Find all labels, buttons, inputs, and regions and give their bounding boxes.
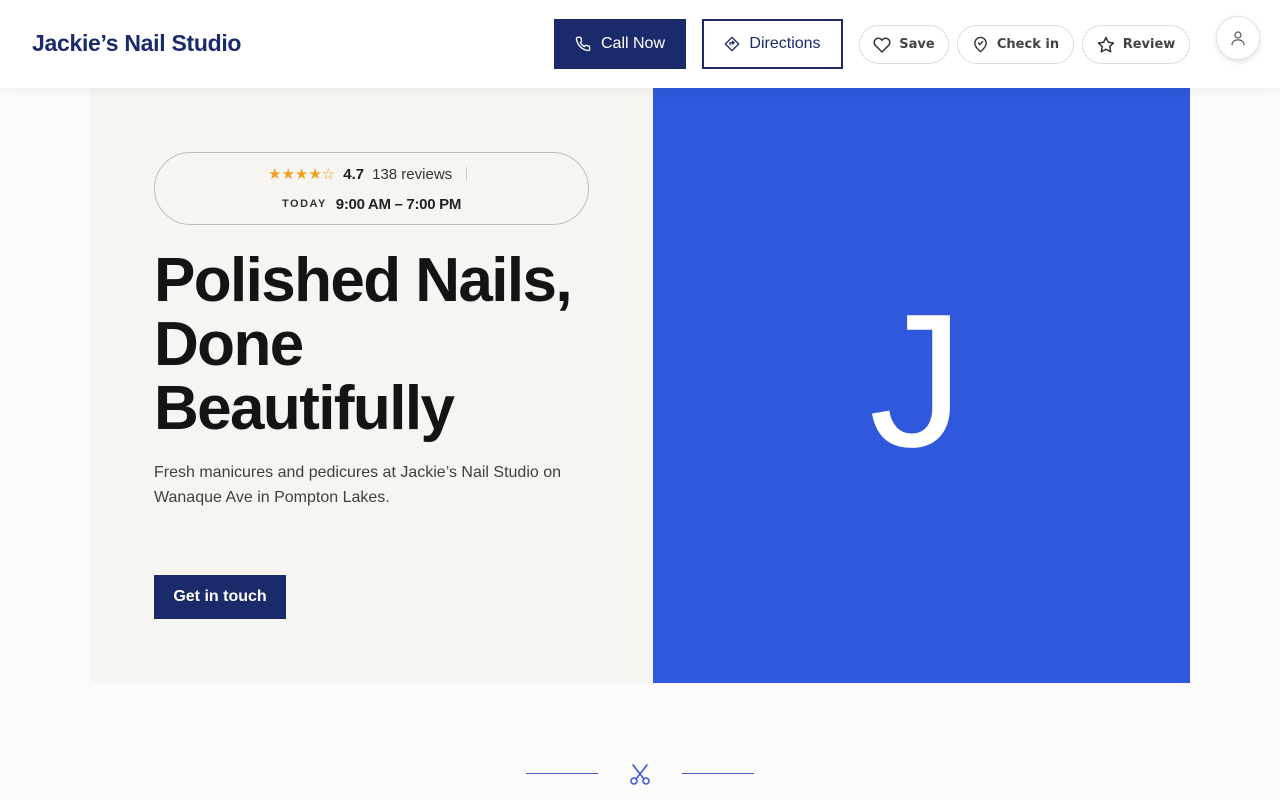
rating-hours-card: ★★★★☆ 4.7 138 reviews TODAY 9:00 AM – 7:… <box>154 152 589 225</box>
phone-icon <box>575 36 591 52</box>
account-button[interactable] <box>1216 16 1260 60</box>
today-label: TODAY <box>282 198 327 210</box>
save-label: Save <box>899 37 935 52</box>
get-in-touch-button[interactable]: Get in touch <box>154 575 286 619</box>
scissors-icon <box>628 762 652 786</box>
directions-icon <box>724 36 740 52</box>
check-in-label: Check in <box>996 37 1060 52</box>
hero-headline: Polished Nails, Done Beautifully <box>154 249 634 441</box>
divider-line-right <box>682 773 754 774</box>
call-now-label: Call Now <box>600 35 665 52</box>
site-header: Jackie’s Nail Studio Call Now Directions… <box>0 0 1280 88</box>
rating-row: ★★★★☆ 4.7 138 reviews <box>268 164 468 184</box>
headline-line-2: Done <box>154 310 304 379</box>
call-now-button[interactable]: Call Now <box>554 19 686 69</box>
headline-line-3: Beautifully <box>154 374 455 443</box>
heart-icon <box>873 36 891 54</box>
directions-button[interactable]: Directions <box>702 19 843 69</box>
user-icon <box>1229 29 1247 47</box>
rating-value: 4.7 <box>343 165 365 183</box>
directions-label: Directions <box>749 35 821 52</box>
review-button[interactable]: Review <box>1082 25 1190 64</box>
hero-image-panel: J <box>653 88 1190 683</box>
save-button[interactable]: Save <box>859 25 949 64</box>
rating-separator <box>466 167 468 181</box>
hero-description: Fresh manicures and pedicures at Jackie’… <box>154 464 562 506</box>
headline-line-1: Polished Nails, <box>154 246 573 315</box>
map-pin-icon <box>972 36 989 53</box>
brand-monogram: J <box>869 274 964 487</box>
rating-stars-icon: ★★★★☆ <box>268 165 336 183</box>
review-count-link[interactable]: 138 reviews <box>372 166 452 183</box>
divider-line-left <box>526 773 598 774</box>
review-label: Review <box>1122 37 1176 52</box>
hours-row: TODAY 9:00 AM – 7:00 PM <box>282 195 461 213</box>
star-icon <box>1097 36 1115 54</box>
today-hours: 9:00 AM – 7:00 PM <box>335 195 462 213</box>
check-in-button[interactable]: Check in <box>957 25 1074 64</box>
brand-name[interactable]: Jackie’s Nail Studio <box>32 30 241 57</box>
